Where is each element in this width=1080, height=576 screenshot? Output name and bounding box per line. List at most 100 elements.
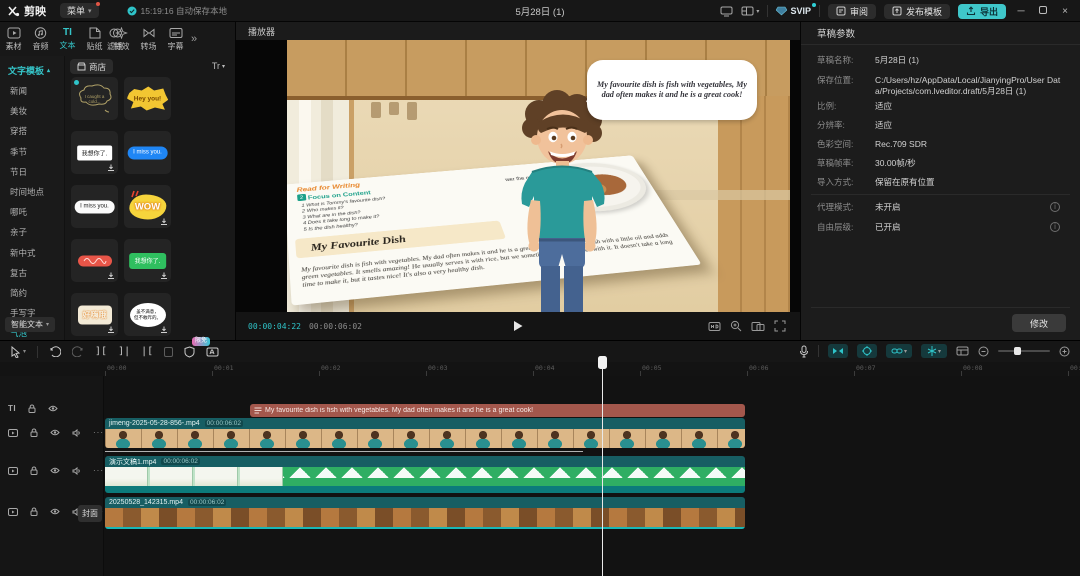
category-beauty[interactable]: 美妆 <box>0 101 64 121</box>
eye-icon[interactable] <box>50 429 60 436</box>
tabs-overflow-button[interactable]: » <box>191 33 197 45</box>
display-mode-icon[interactable] <box>720 6 733 17</box>
category-nezha[interactable]: 哪吒 <box>0 202 64 222</box>
cover-button[interactable]: 封面 <box>78 505 102 522</box>
playhead-handle[interactable] <box>598 356 607 369</box>
delete-icon[interactable] <box>164 347 173 357</box>
redo-icon[interactable] <box>72 346 84 357</box>
download-icon[interactable] <box>160 326 168 334</box>
track-more-icon[interactable]: ··· <box>93 428 104 437</box>
eye-icon[interactable] <box>50 467 60 474</box>
category-season[interactable]: 季节 <box>0 142 64 162</box>
lock-icon[interactable] <box>28 404 36 413</box>
export-button[interactable]: 导出 <box>958 4 1006 19</box>
lock-icon[interactable] <box>30 507 38 516</box>
publish-template-button[interactable]: 发布模板 <box>884 4 950 19</box>
playhead[interactable] <box>602 356 603 576</box>
split-left-delete-icon[interactable]: ]| <box>118 346 130 357</box>
fullscreen-icon[interactable] <box>774 320 786 332</box>
layout-switch-icon[interactable]: ▾ <box>741 6 759 17</box>
undo-icon[interactable] <box>49 346 61 357</box>
category-news[interactable]: 新闻 <box>0 81 64 101</box>
svip-badge[interactable]: SVIP <box>776 6 811 16</box>
category-festival[interactable]: 节日 <box>0 162 64 182</box>
slider-thumb[interactable] <box>1014 347 1021 355</box>
shop-icon <box>77 62 86 71</box>
download-icon[interactable] <box>160 218 168 226</box>
video-preview[interactable]: Read for Writing 2 Focus on Content wer … <box>236 40 800 312</box>
template-card-ellipse-bubble[interactable]: 虽不满意， 但不敢咋的。 <box>124 293 171 336</box>
mask-shield-icon[interactable] <box>184 346 195 358</box>
maximize-button[interactable] <box>1036 6 1050 17</box>
main-track-magnet-toggle[interactable] <box>828 344 848 358</box>
mute-speaker-icon[interactable] <box>72 467 81 475</box>
category-family[interactable]: 亲子 <box>0 222 64 242</box>
timeline-view-icon[interactable] <box>956 346 969 356</box>
template-card-sketch-cloud[interactable]: I caught a cold... <box>71 77 118 120</box>
group-title-text-template[interactable]: 文字模板 ▴ <box>0 56 64 81</box>
tab-transitions[interactable]: 转场 <box>135 27 162 52</box>
close-button[interactable]: × <box>1058 6 1072 17</box>
tab-media[interactable]: 素材 <box>0 27 27 52</box>
select-tool[interactable]: ▾ <box>10 346 26 358</box>
tab-filters[interactable]: 滤镜 <box>105 27 125 52</box>
category-time-place[interactable]: 时间地点 <box>0 182 64 202</box>
download-icon[interactable] <box>107 272 115 280</box>
category-new-chinese[interactable]: 新中式 <box>0 243 64 263</box>
template-card-wow[interactable]: WOW <box>124 185 171 228</box>
split-right-delete-icon[interactable]: |[ <box>141 346 153 357</box>
timeline-zoom-slider[interactable] <box>998 350 1050 352</box>
eye-icon[interactable] <box>50 508 60 515</box>
template-card-bubble-letters[interactable]: 好嗨哦 <box>71 293 118 336</box>
linkage-toggle[interactable]: ▾ <box>886 344 912 358</box>
template-card-imessage-blue[interactable]: I miss you. <box>124 131 171 174</box>
record-mic-icon[interactable] <box>799 345 809 358</box>
menu-button[interactable]: 菜单▾ <box>60 3 99 18</box>
preview-zoom-icon[interactable] <box>730 320 742 332</box>
preview-axis-toggle[interactable]: ▾ <box>921 344 947 358</box>
sort-control[interactable]: Tr▾ <box>212 61 225 71</box>
timeline-ruler[interactable]: 00:00 00:01 00:02 00:03 00:04 00:05 00:0… <box>0 362 1080 376</box>
video-clip-2[interactable]: 演示文稿1.mp400:00:06:02 <box>105 456 745 493</box>
template-card-hey-you[interactable]: Hey you! <box>124 77 171 120</box>
minimize-button[interactable]: ─ <box>1014 6 1028 17</box>
tab-audio[interactable]: 音频 <box>27 27 54 52</box>
info-icon[interactable]: i <box>1050 202 1060 212</box>
ratio-icon[interactable] <box>751 320 765 332</box>
template-card-imessage-white[interactable]: I miss you. <box>71 185 118 228</box>
category-minimal[interactable]: 简约 <box>0 283 64 303</box>
track-more-icon[interactable]: ··· <box>93 466 104 475</box>
quality-icon[interactable] <box>708 320 721 332</box>
lock-icon[interactable] <box>30 428 38 437</box>
download-icon[interactable] <box>160 272 168 280</box>
download-icon[interactable] <box>107 164 115 172</box>
auto-snap-toggle[interactable] <box>857 344 877 358</box>
play-button[interactable] <box>513 320 524 332</box>
review-button[interactable]: 审阅 <box>828 4 876 19</box>
smart-text-dropdown[interactable]: 智能文本▾ <box>5 317 55 332</box>
template-card-voice-bubble[interactable] <box>71 239 118 282</box>
template-card-miss-you-green[interactable]: 我想你了. <box>124 239 171 282</box>
eye-icon[interactable] <box>48 405 58 412</box>
caption-recognize-icon[interactable] <box>206 346 219 358</box>
info-icon[interactable]: i <box>1050 222 1060 232</box>
download-icon[interactable] <box>107 326 115 334</box>
video-track-icon <box>8 467 18 475</box>
lock-icon[interactable] <box>30 466 38 475</box>
tab-sticker[interactable]: 贴纸 <box>81 27 108 52</box>
category-outfit[interactable]: 穿搭 <box>0 121 64 141</box>
menu-notification-dot <box>96 2 100 6</box>
tab-text[interactable]: TI 文本 <box>54 27 81 51</box>
template-card-miss-you-cn[interactable]: 我想你了. <box>71 131 118 174</box>
video-clip-3[interactable]: 20250528_142315.mp400:00:06:02 <box>105 497 745 529</box>
modify-button[interactable]: 修改 <box>1012 314 1066 332</box>
tab-captions[interactable]: 字幕 <box>162 27 189 52</box>
category-retro[interactable]: 复古 <box>0 263 64 283</box>
zoom-out-icon[interactable] <box>978 346 989 357</box>
zoom-in-icon[interactable] <box>1059 346 1070 357</box>
mute-speaker-icon[interactable] <box>72 429 81 437</box>
shop-button[interactable]: 商店 <box>70 59 113 74</box>
text-clip[interactable]: My favourite dish is fish with vegetable… <box>250 404 745 417</box>
split-icon[interactable]: ][ <box>95 346 107 357</box>
video-clip-1[interactable]: jimeng-2025-05-28-856-.mp400:00:06:02 <box>105 418 745 448</box>
